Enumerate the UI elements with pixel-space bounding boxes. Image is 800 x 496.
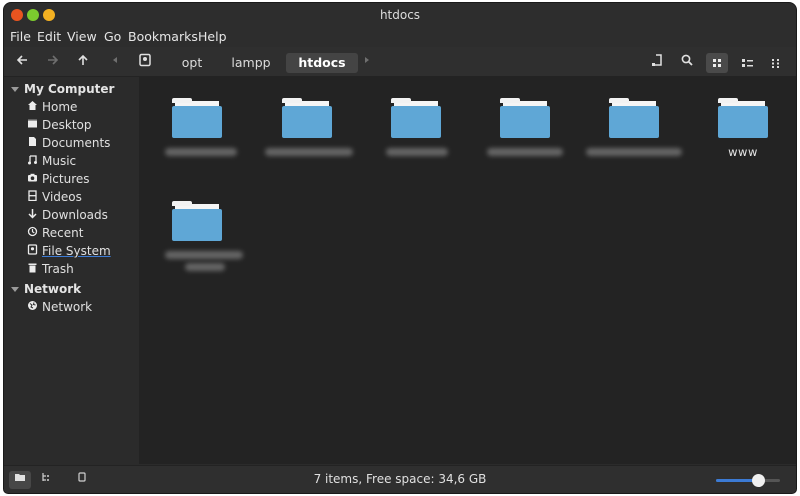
menu-edit[interactable]: Edit bbox=[37, 29, 61, 44]
folder-item[interactable] bbox=[257, 98, 357, 188]
filesystem-icon bbox=[26, 243, 38, 261]
menu-bar: File Edit View Go Bookmarks Help bbox=[4, 27, 796, 47]
folder-icon bbox=[500, 106, 550, 138]
folder-icon bbox=[282, 106, 332, 138]
sidebar-item-label: Trash bbox=[42, 262, 74, 276]
sidebar-item-documents[interactable]: Documents bbox=[26, 134, 110, 152]
window-title: htdocs bbox=[379, 8, 421, 22]
file-view[interactable]: www bbox=[139, 77, 796, 464]
breadcrumb-opt[interactable]: opt bbox=[172, 53, 212, 73]
sidebar-item-label: Pictures bbox=[42, 172, 90, 186]
sidebar-item-label: Home bbox=[42, 100, 78, 114]
path-right-icon[interactable] bbox=[360, 53, 374, 71]
menu-go[interactable]: Go bbox=[104, 29, 121, 44]
sidebar-item-pictures[interactable]: Pictures bbox=[26, 170, 90, 188]
path-left-icon[interactable] bbox=[108, 53, 122, 71]
folder-item[interactable] bbox=[147, 201, 247, 291]
sidebar-item-home[interactable]: Home bbox=[26, 98, 77, 116]
folder-item[interactable] bbox=[475, 98, 575, 188]
sidebar-item-label: Videos bbox=[42, 190, 82, 204]
menu-help[interactable]: Help bbox=[198, 29, 227, 44]
desktop-icon bbox=[26, 117, 38, 135]
compact-view-button[interactable] bbox=[765, 53, 787, 73]
list-view-button[interactable] bbox=[736, 53, 758, 73]
folder-icon bbox=[718, 106, 768, 138]
toolbar: opt lampp htdocs bbox=[4, 47, 796, 77]
menu-file[interactable]: File bbox=[10, 29, 31, 44]
pictures-icon bbox=[26, 171, 38, 189]
sidebar-item-label: Documents bbox=[42, 136, 111, 150]
sidebar-item-label: File System bbox=[42, 244, 111, 258]
home-icon bbox=[26, 99, 38, 117]
sidebar-section-network[interactable]: Network bbox=[24, 282, 81, 296]
trash-icon bbox=[26, 261, 38, 279]
up-arrow-icon[interactable] bbox=[74, 53, 92, 71]
folder-icon bbox=[172, 209, 222, 241]
sidebar-item-label: Network bbox=[42, 300, 93, 314]
sidebar-section-my-computer[interactable]: My Computer bbox=[24, 82, 114, 96]
sidebar-item-recent[interactable]: Recent bbox=[26, 224, 83, 242]
sidebar-item-desktop[interactable]: Desktop bbox=[26, 116, 92, 134]
icon-view-icon bbox=[713, 59, 721, 67]
folder-icon bbox=[609, 106, 659, 138]
compact-view-icon bbox=[772, 59, 779, 68]
sidebar-item-label: Recent bbox=[42, 226, 84, 240]
documents-icon bbox=[26, 135, 38, 153]
folder-item[interactable] bbox=[366, 98, 466, 188]
breadcrumb-htdocs[interactable]: htdocs bbox=[286, 53, 358, 73]
breadcrumb-lampp[interactable]: lampp bbox=[226, 53, 276, 73]
expand-my-computer-icon[interactable] bbox=[11, 87, 19, 92]
search-icon[interactable] bbox=[678, 53, 696, 71]
sidebar-item-network[interactable]: Network bbox=[26, 298, 92, 316]
title-bar[interactable]: htdocs bbox=[4, 3, 796, 27]
folder-item[interactable] bbox=[584, 98, 684, 188]
zoom-slider[interactable] bbox=[716, 474, 780, 487]
edit-path-icon[interactable] bbox=[648, 53, 666, 71]
sidebar-item-label: Music bbox=[42, 154, 77, 168]
menu-bookmarks[interactable]: Bookmarks bbox=[128, 29, 198, 44]
sidebar-item-videos[interactable]: Videos bbox=[26, 188, 82, 206]
icon-view-button[interactable] bbox=[706, 53, 728, 73]
sidebar-item-label: Desktop bbox=[42, 118, 92, 132]
folder-label: www bbox=[728, 145, 758, 159]
menu-view[interactable]: View bbox=[67, 29, 97, 44]
sidebar: My Computer Home Desktop Documents Music… bbox=[4, 77, 139, 464]
file-manager-window: htdocs File Edit View Go Bookmarks Help … bbox=[4, 3, 796, 493]
sidebar-item-downloads[interactable]: Downloads bbox=[26, 206, 108, 224]
videos-icon bbox=[26, 189, 38, 207]
folder-icon bbox=[172, 106, 222, 138]
back-arrow-icon[interactable] bbox=[13, 53, 31, 71]
folder-item-www[interactable]: www bbox=[693, 98, 793, 188]
downloads-icon bbox=[26, 207, 38, 225]
sidebar-item-file-system[interactable]: File System bbox=[26, 242, 111, 260]
drive-icon[interactable] bbox=[136, 53, 154, 71]
status-bar: 7 items, Free space: 34,6 GB bbox=[4, 465, 796, 493]
list-view-icon bbox=[742, 59, 753, 67]
status-text: 7 items, Free space: 34,6 GB bbox=[313, 472, 487, 486]
sidebar-item-label: Downloads bbox=[42, 208, 108, 222]
folder-item[interactable] bbox=[147, 98, 247, 188]
forward-arrow-icon[interactable] bbox=[44, 53, 62, 71]
folder-icon bbox=[391, 106, 441, 138]
network-icon bbox=[26, 299, 38, 317]
zoom-slider-handle[interactable] bbox=[751, 474, 765, 487]
recent-icon bbox=[26, 225, 38, 243]
sidebar-item-music[interactable]: Music bbox=[26, 152, 76, 170]
music-icon bbox=[26, 153, 38, 171]
sidebar-item-trash[interactable]: Trash bbox=[26, 260, 74, 278]
expand-network-icon[interactable] bbox=[11, 287, 19, 292]
